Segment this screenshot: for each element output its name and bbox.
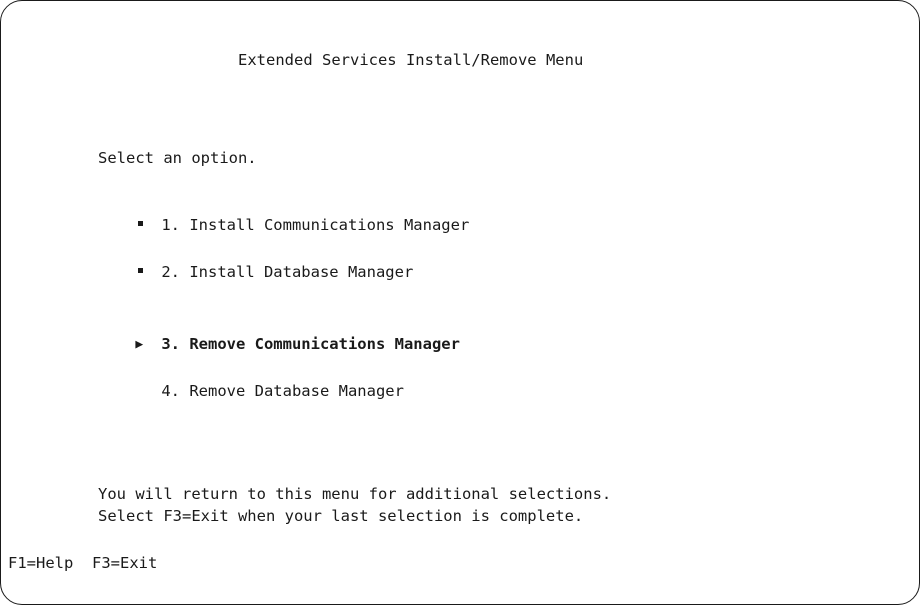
option-remove-database-manager[interactable]: 4. Remove Database Manager — [98, 361, 404, 421]
menu-title: Extended Services Install/Remove Menu — [238, 51, 584, 69]
option-label: 2. Install Database Manager — [161, 263, 414, 281]
option-install-database-manager[interactable]: 2. Install Database Manager — [98, 242, 413, 302]
option-label: 4. Remove Database Manager — [161, 382, 404, 400]
option-label: 3. Remove Communications Manager — [161, 335, 460, 353]
select-prompt: Select an option. — [98, 149, 257, 167]
f3-exit-key[interactable]: F3=Exit — [92, 554, 157, 572]
install-remove-panel: Extended Services Install/Remove Menu Se… — [0, 0, 920, 605]
square-bullet-icon — [135, 215, 161, 235]
function-key-bar: F1=Help F3=Exit — [8, 553, 157, 573]
square-bullet-icon — [135, 262, 161, 282]
pointer-arrow-icon: ▶ — [135, 337, 144, 352]
info-text-exit: Select F3=Exit when your last selection … — [98, 507, 584, 525]
info-text-return: You will return to this menu for additio… — [98, 485, 612, 503]
f1-help-key[interactable]: F1=Help — [8, 554, 73, 572]
option-label: 1. Install Communications Manager — [161, 216, 470, 234]
